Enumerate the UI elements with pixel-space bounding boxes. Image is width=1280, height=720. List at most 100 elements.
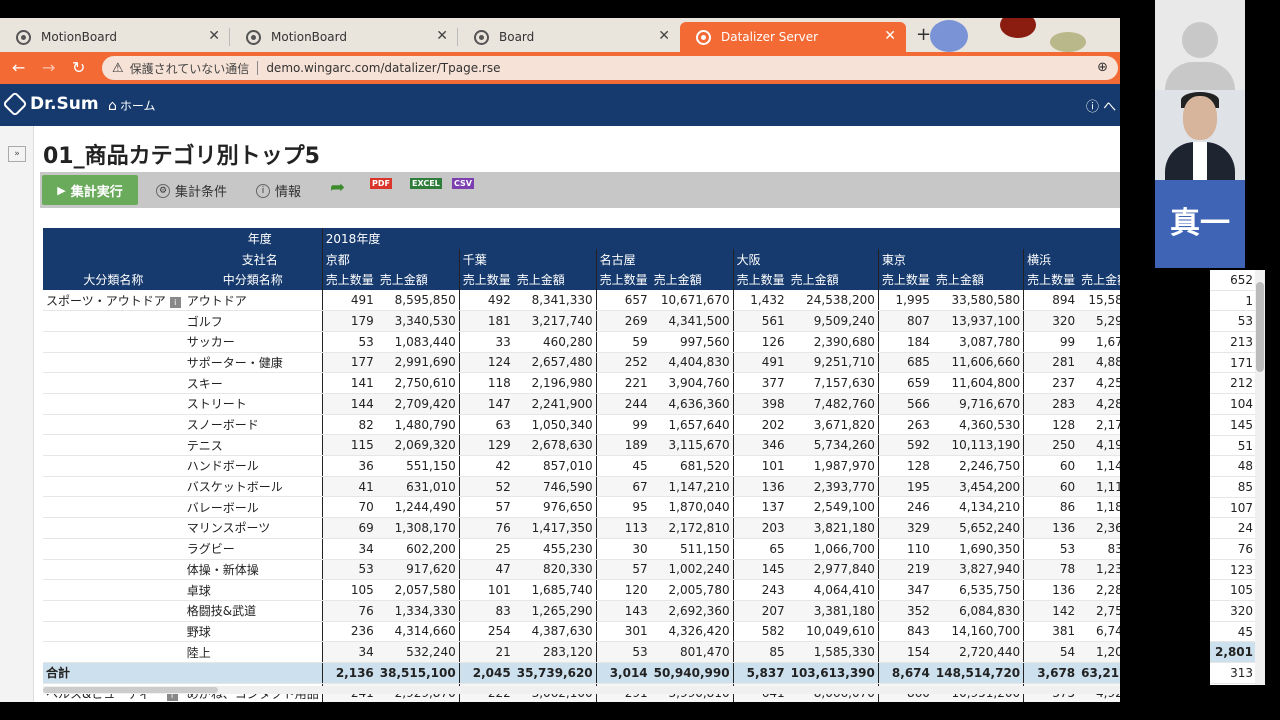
quantity-cell: 120	[595, 579, 651, 601]
quantity-cell: 263	[877, 414, 933, 436]
overflow-cell: 652	[1210, 270, 1255, 291]
reload-icon[interactable]: ↻	[72, 58, 85, 77]
tab-label: Datalizer Server	[721, 30, 819, 44]
quantity-cell: 195	[877, 476, 933, 498]
avatar-head	[1182, 22, 1218, 58]
amount-header: 売上金額	[376, 269, 460, 291]
page-title: 01_商品カテゴリ別トップ5	[43, 144, 320, 169]
address-bar[interactable]: ⚠ 保護されていない通信 demo.wingarc.com/datalizer/…	[102, 56, 1118, 80]
amount-cell: 2,657,480	[513, 352, 597, 374]
amount-cell: 1,417,350	[513, 517, 597, 539]
main-content: » 01_商品カテゴリ別トップ5 ▶ 集計実行 ⚙ 集計条件 i 情報 ➦ PD…	[0, 126, 1120, 702]
quantity-cell: 118	[458, 372, 514, 394]
dr-sum-logo[interactable]: Dr.Sum	[2, 91, 99, 117]
info-button[interactable]: i 情報	[256, 181, 301, 200]
quantity-cell: 83	[458, 600, 514, 622]
category-cell	[43, 455, 184, 477]
quantity-cell: 128	[877, 455, 933, 477]
amount-cell: 631,010	[376, 476, 460, 498]
scroll-thumb[interactable]	[1256, 282, 1264, 372]
quantity-cell: 145	[732, 559, 788, 581]
vertical-scrollbar[interactable]	[1255, 270, 1265, 685]
category-label: スポーツ・アウトドア	[46, 293, 166, 308]
run-aggregate-button[interactable]: ▶ 集計実行	[42, 175, 138, 205]
amount-header: 売上金額	[932, 269, 1024, 291]
amount-cell: 2,678,630	[513, 434, 597, 457]
quantity-cell: 236	[321, 621, 377, 643]
tab-board[interactable]: Board ✕	[458, 22, 680, 52]
scroll-thumb[interactable]	[43, 687, 218, 693]
amount-cell: 2,750,610	[376, 372, 460, 394]
amount-cell: 50,940,990	[650, 662, 734, 684]
tab-label: MotionBoard	[271, 30, 347, 44]
help-button[interactable]: ⓘ へ	[1086, 96, 1116, 115]
amount-cell: 1,870,040	[650, 496, 734, 519]
amount-cell: 9,509,240	[787, 310, 879, 332]
amount-cell: 801,470	[650, 641, 734, 663]
close-icon[interactable]: ✕	[208, 28, 220, 44]
tab-motionboard-2[interactable]: MotionBoard ✕	[230, 22, 458, 52]
branch-header: 千葉	[458, 248, 597, 270]
forward-arrow-icon[interactable]: →	[42, 58, 55, 77]
quantity-cell: 147	[458, 393, 514, 415]
amount-cell: 2,196,980	[513, 372, 597, 394]
zoom-icon[interactable]: ⊕	[1097, 60, 1108, 75]
quantity-cell: 136	[732, 476, 788, 498]
expand-panel-icon[interactable]: »	[8, 146, 26, 162]
amount-cell: 2,179,880	[1078, 414, 1120, 436]
new-tab-button[interactable]: +	[916, 24, 931, 45]
quantity-cell: 36	[321, 455, 377, 477]
info-icon[interactable]: i	[169, 296, 181, 308]
quantity-cell: 101	[732, 455, 788, 477]
quantity-cell: 136	[1023, 517, 1079, 539]
quantity-cell: 3,678	[1023, 662, 1079, 684]
table-row: 格闘技&武道 76 1,334,330 83 1,265,290 143 2,692,360…	[43, 600, 1120, 622]
play-icon: ▶	[57, 183, 66, 197]
amount-cell: 1,685,740	[513, 579, 597, 601]
url-text[interactable]: demo.wingarc.com/datalizer/Tpage.rse	[266, 61, 500, 75]
site-icon	[16, 29, 31, 45]
tab-datalizer-server[interactable]: Datalizer Server ✕	[680, 22, 906, 52]
table-row: バレーボール 70 1,244,490 57 976,650 95 1,870,040 137…	[43, 496, 1120, 519]
excel-export-icon[interactable]: EXCEL	[410, 178, 442, 189]
subcategory-cell: 陸上	[183, 641, 323, 663]
quantity-cell: 2,136	[321, 662, 377, 684]
table-row: 陸上 34 532,240 21 283,120 53 801,470 85 1,585,330…	[43, 641, 1120, 663]
amount-cell: 1,083,440	[376, 331, 460, 353]
amount-cell: 15,584,770	[1078, 290, 1120, 312]
csv-export-icon[interactable]: CSV	[452, 178, 474, 189]
avatar-body	[1165, 62, 1235, 90]
quantity-cell: 320	[1023, 310, 1079, 332]
amount-cell: 10,671,670	[650, 290, 734, 312]
quantity-cell: 85	[732, 641, 788, 663]
conditions-button[interactable]: ⚙ 集計条件	[156, 181, 227, 200]
amount-cell: 4,886,380	[1078, 352, 1120, 374]
quantity-cell: 179	[321, 310, 377, 332]
quantity-cell: 492	[458, 290, 514, 312]
amount-cell: 13,937,100	[932, 310, 1024, 332]
pdf-export-icon[interactable]: PDF	[370, 178, 392, 189]
quantity-cell: 53	[321, 559, 377, 581]
amount-cell: 3,381,180	[787, 600, 879, 622]
quantity-cell: 5,837	[732, 662, 788, 684]
amount-cell: 1,677,040	[1078, 331, 1120, 353]
amount-cell: 3,827,940	[932, 559, 1024, 581]
close-icon[interactable]: ✕	[436, 28, 448, 44]
back-arrow-icon[interactable]: ←	[12, 58, 25, 77]
subcategory-cell	[183, 662, 323, 684]
home-button[interactable]: ⌂ ホーム	[108, 97, 156, 114]
quantity-header: 売上数量	[458, 269, 514, 291]
category-cell	[43, 641, 184, 663]
horizontal-scrollbar[interactable]	[43, 686, 1120, 694]
amount-cell: 1,308,170	[376, 517, 460, 539]
category-cell	[43, 372, 184, 394]
gear-icon: ⚙	[156, 183, 170, 198]
amount-cell: 1,143,040	[1078, 455, 1120, 477]
amount-cell: 3,217,740	[513, 310, 597, 332]
close-icon[interactable]: ✕	[884, 28, 896, 44]
category-cell	[43, 579, 184, 601]
amount-cell: 1,050,340	[513, 414, 597, 436]
export-arrow-icon[interactable]: ➦	[330, 177, 345, 198]
close-icon[interactable]: ✕	[658, 28, 670, 44]
tab-motionboard-1[interactable]: MotionBoard ✕	[0, 22, 230, 52]
